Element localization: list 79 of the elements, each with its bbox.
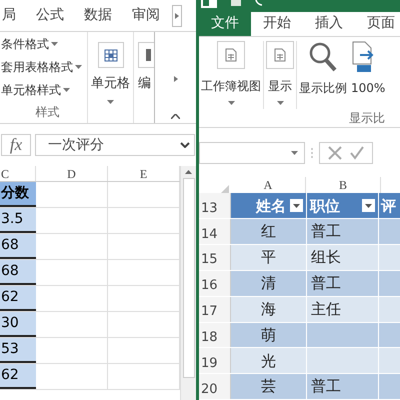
table-header-cell: 职位 [306,193,378,218]
filter-dropdown-icon[interactable] [290,199,303,212]
document-icon [225,48,237,62]
row-number[interactable]: 20 [199,374,231,400]
table-cell: 分数 [0,182,36,207]
undo-icon [255,0,263,6]
row-number[interactable]: 16 [199,270,231,296]
table-cell: 红 [231,219,306,244]
table-cell: 萌 [231,322,306,348]
caret-icon [75,64,82,68]
chevron-down-icon [180,142,190,148]
function-button[interactable]: fx [1,134,31,156]
formula-field[interactable]: 一次评分 [35,134,195,156]
table-cell: 主任 [306,296,378,322]
arrow-right-icon [175,12,179,18]
caret-icon [276,100,284,105]
check-icon[interactable] [350,146,364,160]
ribbon-command[interactable]: 单元格样式 [1,80,61,98]
ribbon-tab[interactable]: 文件 [199,12,251,36]
ribbon-tab[interactable]: 插入 [303,12,355,36]
select-all-icon[interactable] [221,185,229,194]
table-cell: 68 [0,234,36,259]
ribbon-tab[interactable]: 公式 [36,5,64,26]
zoom-100-button[interactable]: 100% [349,40,388,97]
collapse-icon [171,114,180,119]
row-number[interactable]: 13 [199,193,231,218]
caret-icon [228,100,234,105]
row-number[interactable]: 18 [199,322,231,348]
table-cell: 清 [231,270,306,296]
table-cell: 62 [0,286,36,311]
caret-icon [291,150,298,155]
group-label: 显示比 [348,110,386,127]
table-cell: 普工 [306,270,378,296]
column-header[interactable]: D [36,166,108,181]
table-cell: 普工 [306,374,378,400]
table-cell: 3.5 [0,208,36,233]
arrow-right-icon [174,76,178,82]
table-cell: 芸 [231,374,306,400]
table-cell: 30 [0,312,36,337]
ribbon-tab[interactable]: 页面 [355,12,400,36]
ribbon-button[interactable]: 工作簿视图 [199,40,263,105]
table-cell: 53 [0,338,36,363]
ribbon-command[interactable]: 条件格式 [1,34,49,52]
caret-icon [63,88,70,92]
cells-button[interactable]: 单元格 [91,42,130,104]
document-icon [274,48,286,62]
magnifier-icon [308,40,338,73]
caret-icon [51,42,58,46]
save-icon [231,0,241,6]
group-label: 样式 [34,104,60,121]
ribbon-command[interactable]: 套用表格格式 [1,58,73,76]
ribbon-tab[interactable]: 审阅 [132,5,160,26]
table-cell: 海 [231,296,306,322]
ribbon-tab[interactable]: 局 [2,5,16,26]
table-header-cell: 评 [378,193,400,218]
table-cell: 68 [0,260,36,285]
name-box[interactable] [199,142,305,164]
row-number[interactable]: 19 [199,348,231,374]
column-header[interactable]: C [0,166,36,181]
table-cell: 普工 [306,219,378,244]
vertical-scrollbar[interactable] [180,166,196,400]
table-cell: 组长 [306,245,378,270]
row-number[interactable]: 17 [199,296,231,322]
close-icon[interactable] [328,146,342,160]
table-cell: 平 [231,245,306,270]
table-grid-icon [104,48,118,62]
caret-icon [107,100,114,104]
ribbon-tab[interactable]: 数据 [84,5,112,26]
table-cell: 62 [0,364,36,389]
table-cell: 光 [231,348,306,374]
ribbon-button[interactable]: 显示 [264,40,296,105]
arrow-up-icon [185,170,192,174]
row-number[interactable]: 14 [199,219,231,244]
zoom-button[interactable]: 显示比例 [297,40,349,97]
ribbon-tab[interactable]: 开始 [251,12,303,36]
filter-dropdown-icon[interactable] [362,199,375,212]
row-number[interactable]: 15 [199,245,231,270]
scroll-right-button[interactable] [172,4,182,26]
table-header-cell: 姓名 [231,193,306,218]
